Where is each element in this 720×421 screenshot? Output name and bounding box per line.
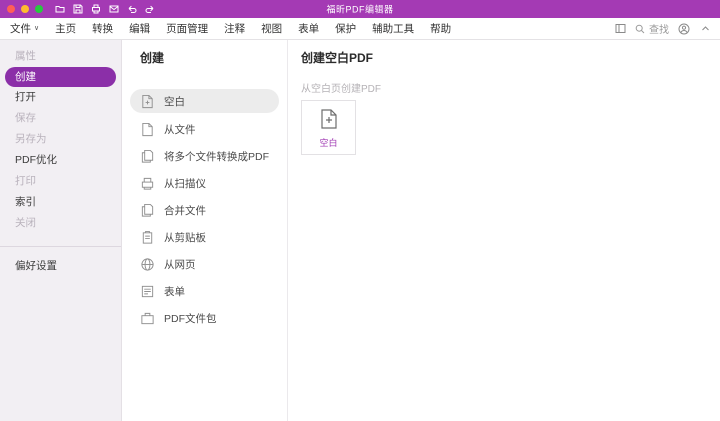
sidebar-item-properties[interactable]: 属性 (0, 46, 121, 67)
create-panel-title: 创建 (140, 51, 165, 65)
sidebar-item-save[interactable]: 保存 (0, 108, 121, 129)
sidebar-item-preferences[interactable]: 偏好设置 (0, 256, 121, 277)
section-subtitle: 从空白页创建PDF (301, 84, 381, 95)
create-option-label: 从文件 (164, 124, 196, 136)
search-label: 查找 (649, 25, 669, 36)
layout-icon[interactable] (614, 23, 626, 35)
create-option-label: PDF文件包 (164, 313, 217, 325)
menu-item-help[interactable]: 帮助 (422, 18, 459, 40)
section-title: 创建空白PDF (301, 51, 374, 65)
menu-item-page-management[interactable]: 页面管理 (158, 18, 216, 40)
create-option-from-scanner[interactable]: 从扫描仪 (122, 170, 287, 197)
multiple-files-icon (140, 149, 155, 164)
search-field[interactable]: 查找 (635, 21, 669, 36)
blank-pdf-card-label: 空白 (319, 137, 338, 148)
blank-page-icon (140, 94, 155, 109)
create-option-label: 合并文件 (164, 205, 206, 217)
file-menu-sidebar: 属性 创建 打开 保存 另存为 PDF优化 打印 索引 关闭 偏好设置 (0, 40, 122, 421)
blank-pdf-card[interactable]: 空白 (301, 100, 356, 155)
menubar: 文件 ∨ 主页 转换 编辑 页面管理 注释 视图 表单 保护 辅助工具 帮助 查… (0, 18, 720, 40)
create-blank-pdf-section: 创建空白PDF 从空白页创建PDF 空白 (288, 40, 720, 421)
print-icon[interactable] (91, 4, 101, 14)
create-option-blank[interactable]: 空白 (130, 89, 279, 113)
folder-open-icon[interactable] (55, 4, 65, 14)
create-option-label: 从扫描仪 (164, 178, 206, 190)
save-icon[interactable] (73, 4, 83, 14)
menu-item-view[interactable]: 视图 (253, 18, 290, 40)
scanner-icon (140, 176, 155, 191)
create-option-combine-files[interactable]: 合并文件 (122, 197, 287, 224)
mail-icon[interactable] (109, 4, 119, 14)
create-option-pdf-portfolio[interactable]: PDF文件包 (122, 305, 287, 332)
sidebar-item-open[interactable]: 打开 (0, 87, 121, 108)
zoom-window-button[interactable] (35, 5, 43, 13)
form-icon (140, 284, 155, 299)
sidebar-item-close[interactable]: 关闭 (0, 213, 121, 234)
create-option-form[interactable]: 表单 (122, 278, 287, 305)
create-option-label: 将多个文件转换成PDF (164, 151, 269, 163)
blank-document-icon (320, 108, 337, 129)
redo-icon[interactable] (145, 4, 155, 14)
web-page-icon (140, 257, 155, 272)
sidebar-item-pdf-optimize[interactable]: PDF优化 (0, 150, 121, 171)
create-option-label: 从剪贴板 (164, 232, 206, 244)
minimize-window-button[interactable] (21, 5, 29, 13)
sidebar-divider (0, 246, 121, 247)
create-option-label: 表单 (164, 286, 185, 298)
collapse-icon[interactable] (699, 23, 711, 35)
from-file-icon (140, 122, 155, 137)
menu-item-accessibility[interactable]: 辅助工具 (364, 18, 422, 40)
menu-item-home[interactable]: 主页 (47, 18, 84, 40)
menu-item-edit[interactable]: 编辑 (121, 18, 158, 40)
avatar-icon[interactable] (678, 23, 690, 35)
create-option-from-file[interactable]: 从文件 (122, 116, 287, 143)
pdf-package-icon (140, 311, 155, 326)
menu-item-form[interactable]: 表单 (290, 18, 327, 40)
search-icon (635, 24, 645, 33)
sidebar-item-create[interactable]: 创建 (5, 67, 116, 87)
create-option-label: 空白 (164, 95, 185, 108)
menu-item-comment[interactable]: 注释 (216, 18, 253, 40)
close-window-button[interactable] (7, 5, 15, 13)
sidebar-item-print[interactable]: 打印 (0, 171, 121, 192)
create-options-list: 空白 从文件 将多个文件转换成PDF 从扫描仪 合并文件 从剪贴板 从网页 表单… (122, 89, 287, 332)
titlebar: 福昕PDF编辑器 (0, 0, 720, 18)
create-option-label: 从网页 (164, 259, 196, 271)
menu-item-label: 文件 (10, 22, 31, 35)
clipboard-icon (140, 230, 155, 245)
app-window: 福昕PDF编辑器 文件 ∨ 主页 转换 编辑 页面管理 注释 视图 表单 保护 … (0, 0, 720, 421)
undo-icon[interactable] (127, 4, 137, 14)
menu-item-file[interactable]: 文件 ∨ (0, 18, 47, 40)
sidebar-item-index[interactable]: 索引 (0, 192, 121, 213)
menu-item-convert[interactable]: 转换 (84, 18, 121, 40)
create-option-from-clipboard[interactable]: 从剪贴板 (122, 224, 287, 251)
sidebar-item-save-as[interactable]: 另存为 (0, 129, 121, 150)
window-controls (7, 5, 43, 13)
create-panel: 创建 空白 从文件 将多个文件转换成PDF 从扫描仪 合并文件 从剪贴板 从网页… (122, 40, 288, 421)
quick-toolbar (55, 4, 155, 14)
window-title: 福昕PDF编辑器 (326, 4, 394, 15)
menu-item-protect[interactable]: 保护 (327, 18, 364, 40)
menubar-right: 查找 (614, 21, 711, 36)
create-option-multiple-files[interactable]: 将多个文件转换成PDF (122, 143, 287, 170)
chevron-down-icon: ∨ (34, 24, 40, 32)
create-option-from-web-page[interactable]: 从网页 (122, 251, 287, 278)
combine-files-icon (140, 203, 155, 218)
